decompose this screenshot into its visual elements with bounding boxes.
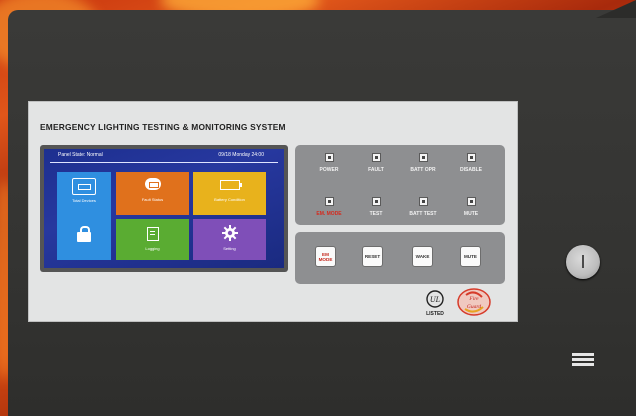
svg-text:Guard: Guard	[467, 304, 481, 310]
wake-button[interactable]: WAKE	[412, 246, 433, 267]
led-test	[372, 197, 381, 206]
tile-total-devices[interactable]: Total Devices	[57, 172, 111, 260]
screen-bezel: Panel State: Normal 09/18 Monday 24:00 T…	[40, 145, 288, 272]
key-switch-knob[interactable]	[566, 245, 600, 279]
battery-icon	[219, 180, 242, 190]
datetime-text: 09/18 Monday 24:00	[218, 152, 264, 158]
status-divider	[50, 162, 278, 163]
tile-battery-condition[interactable]: Battery Condition	[193, 172, 266, 215]
panel-title: EMERGENCY LIGHTING TESTING & MONITORING …	[40, 122, 286, 132]
fire-guard-logo: Fire Guard	[457, 288, 491, 316]
logging-icon	[146, 227, 159, 241]
led-power	[325, 153, 334, 162]
screen-status-bar: Panel State: Normal 09/18 Monday 24:00	[44, 149, 284, 161]
tile-fault-status[interactable]: Fault Status	[116, 172, 189, 215]
led-batt-opr	[419, 153, 428, 162]
button-panel: EM MODE RESET WAKE MUTE	[295, 232, 505, 284]
indicator-label-batt-opr: BATT OPR	[410, 167, 436, 173]
tile-logging[interactable]: Logging	[116, 219, 189, 260]
tile-label: Fault Status	[141, 197, 164, 202]
panel-state-text: Panel State: Normal	[58, 152, 103, 158]
led-fault	[372, 153, 381, 162]
led-em-mode	[325, 197, 334, 206]
tile-setting[interactable]: Setting	[193, 219, 266, 260]
indicator-label-em-mode: EM. MODE	[316, 211, 342, 217]
cabinet-corner	[596, 0, 636, 18]
indicator-label-batt-test: BATT TEST	[409, 211, 437, 217]
svg-text:Fire: Fire	[468, 296, 479, 302]
indicator-panel: POWER FAULT BATT OPR DISABLE EM. MODE TE…	[295, 145, 505, 225]
tile-label: Battery Condition	[214, 197, 245, 202]
fault-status-icon	[144, 178, 161, 190]
tile-label: Total Devices	[72, 198, 96, 203]
indicator-label-mute: MUTE	[463, 211, 479, 217]
touch-screen[interactable]: Panel State: Normal 09/18 Monday 24:00 T…	[44, 149, 284, 268]
led-mute	[467, 197, 476, 206]
indicator-label-fault: FAULT	[368, 167, 384, 173]
tile-label: Setting	[223, 246, 236, 251]
indicator-label-test: TEST	[369, 211, 383, 217]
svg-text:UL: UL	[430, 295, 441, 304]
mute-button[interactable]: MUTE	[460, 246, 481, 267]
lock-icon	[77, 226, 91, 242]
ul-listed-logo: UL LISTED	[426, 290, 444, 317]
devices-icon	[72, 178, 96, 195]
tile-label: Logging	[145, 246, 160, 251]
front-panel: EMERGENCY LIGHTING TESTING & MONITORING …	[28, 101, 518, 322]
em-mode-button[interactable]: EM MODE	[315, 246, 336, 267]
menu-icon[interactable]	[572, 353, 594, 367]
reset-button[interactable]: RESET	[362, 246, 383, 267]
gear-icon	[221, 225, 238, 241]
indicator-label-power: POWER	[319, 167, 339, 173]
led-disable	[467, 153, 476, 162]
indicator-label-disable: DISABLE	[460, 167, 482, 173]
led-batt-test	[419, 197, 428, 206]
svg-text:LISTED: LISTED	[426, 311, 444, 317]
